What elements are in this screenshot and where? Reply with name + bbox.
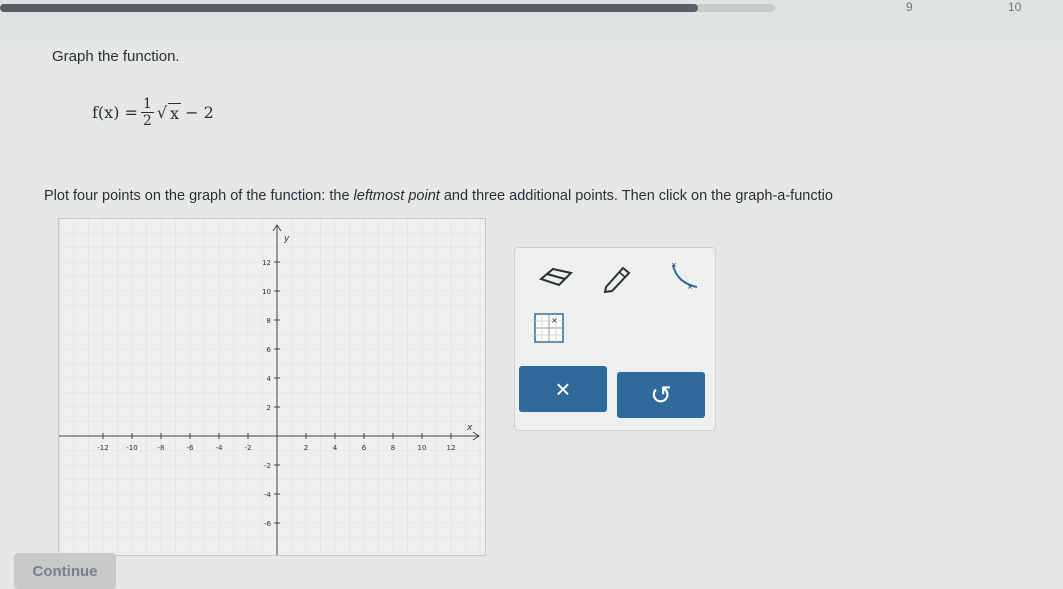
x-tick-label: -2 xyxy=(245,444,252,452)
x-tick-label: -6 xyxy=(187,444,195,452)
x-tick-label: -10 xyxy=(126,444,137,452)
y-tick-label: 8 xyxy=(267,317,271,325)
undo-button[interactable]: ↺ xyxy=(617,372,705,418)
x-tick-label: 10 xyxy=(418,444,427,452)
y-tick-label: 12 xyxy=(262,259,271,267)
fraction-numerator: 1 xyxy=(140,96,154,113)
x-axis-label: x xyxy=(466,423,473,433)
progress-fill xyxy=(0,4,698,12)
y-tick-labels: 12 10 8 6 4 2 -2 -4 -6 xyxy=(262,259,271,528)
y-tick-label: 4 xyxy=(267,375,272,383)
y-axis-label: y xyxy=(283,234,290,244)
x-tick-label: 6 xyxy=(362,444,367,452)
fraction-denominator: 2 xyxy=(142,113,152,129)
instruction-text: Plot four points on the graph of the fun… xyxy=(44,188,833,204)
instruction-emphasis: leftmost point xyxy=(353,188,440,204)
y-tick-label: 6 xyxy=(267,346,272,354)
point-grid-icon: × xyxy=(534,313,564,343)
axes xyxy=(59,224,480,555)
y-tick-label: 2 xyxy=(267,404,271,412)
continue-button[interactable]: Continue xyxy=(14,553,116,589)
point-tool[interactable]: × xyxy=(527,308,571,348)
coordinate-plane[interactable]: -12 -10 -8 -6 -4 -2 2 4 6 8 10 12 12108642-2-4-6 x … xyxy=(59,219,485,555)
x-tick-label: 4 xyxy=(333,444,338,452)
formula-radicand: x xyxy=(168,102,182,123)
eraser-tool[interactable] xyxy=(533,256,577,296)
top-bar: 9 10 xyxy=(0,0,1063,40)
y-tick-label: -6 xyxy=(264,520,272,528)
function-formula: f(x) = 1 2 √ x − 2 xyxy=(92,96,214,129)
x-tick-label: 8 xyxy=(391,444,395,452)
svg-text:×: × xyxy=(687,283,693,291)
graph-area[interactable]: -12 -10 -8 -6 -4 -2 2 4 6 8 10 12 12 10 8 6 4 2 -2 -4 -6 x … xyxy=(58,218,486,556)
graph-function-tool[interactable]: × × xyxy=(661,256,705,296)
formula-fraction: 1 2 xyxy=(140,96,154,129)
pencil-tool[interactable] xyxy=(595,256,639,296)
graph-toolbox: × × × × ↺ xyxy=(514,247,716,431)
instruction-part-1: Plot four points on the graph of the fun… xyxy=(44,188,354,204)
grid-lines xyxy=(59,219,485,555)
y-tick-label: -2 xyxy=(264,462,271,470)
formula-constant: − 2 xyxy=(185,103,214,122)
question-prompt: Graph the function. xyxy=(52,48,180,65)
x-tick-label: -12 xyxy=(97,444,108,452)
x-tick-label: -8 xyxy=(158,444,165,452)
progress-bar xyxy=(0,4,775,12)
instruction-part-2: and three additional points. Then click … xyxy=(439,188,833,204)
sqrt-icon: √ xyxy=(156,103,168,122)
clear-button[interactable]: × xyxy=(519,366,607,412)
y-tick-label: -4 xyxy=(264,491,272,499)
svg-text:×: × xyxy=(671,261,677,269)
pencil-icon xyxy=(603,266,631,293)
x-tick-label: 2 xyxy=(304,444,308,452)
eraser-icon xyxy=(538,267,573,287)
x-tick-label: -4 xyxy=(216,444,224,452)
x-tick-label: 12 xyxy=(447,444,456,452)
step-indicator-9: 9 xyxy=(906,0,913,14)
formula-lhs: f(x) = xyxy=(92,103,138,122)
svg-text:×: × xyxy=(551,316,558,325)
y-tick-label: 10 xyxy=(262,288,271,296)
graph-a-function-icon: × × xyxy=(671,261,698,291)
step-indicator-10: 10 xyxy=(1008,0,1022,14)
